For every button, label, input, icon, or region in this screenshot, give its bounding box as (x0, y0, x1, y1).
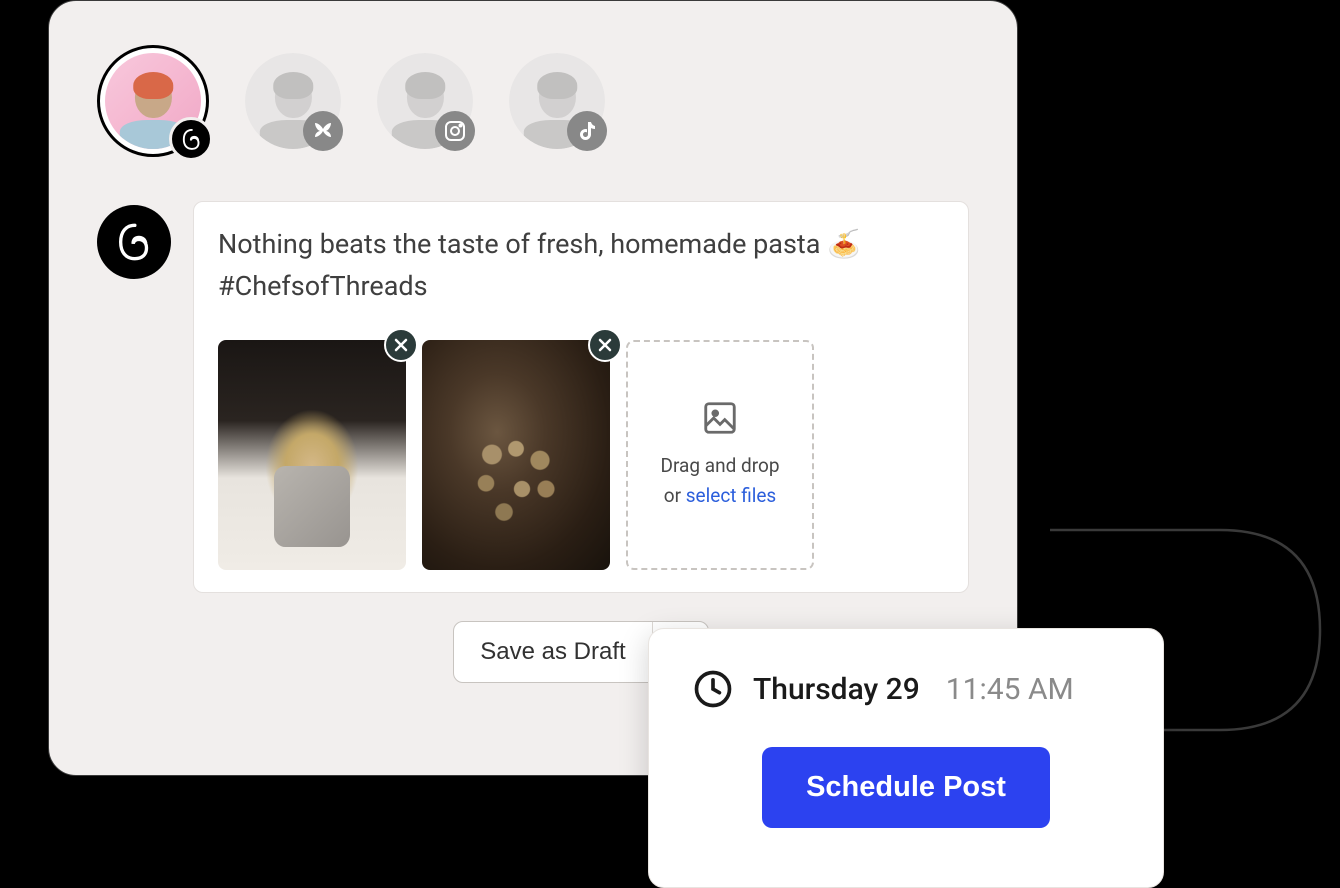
bluesky-icon (303, 111, 343, 151)
image-icon (701, 399, 739, 437)
schedule-date: Thursday 29 (753, 672, 920, 707)
remove-media-button[interactable] (588, 328, 622, 362)
media-dropzone[interactable]: Drag and drop or select files (626, 340, 814, 570)
threads-icon (97, 205, 171, 279)
post-text-input[interactable]: Nothing beats the taste of fresh, homema… (218, 224, 944, 308)
close-icon (393, 337, 409, 353)
compose-row: Nothing beats the taste of fresh, homema… (97, 201, 969, 593)
account-bluesky[interactable] (245, 53, 341, 149)
media-thumbnail-2[interactable] (422, 340, 610, 570)
schedule-datetime-row[interactable]: Thursday 29 11:45 AM (691, 667, 1121, 711)
account-instagram[interactable] (377, 53, 473, 149)
media-row: Drag and drop or select files (218, 340, 944, 570)
instagram-icon (435, 111, 475, 151)
media-thumbnail-1[interactable] (218, 340, 406, 570)
schedule-post-button[interactable]: Schedule Post (762, 747, 1050, 828)
schedule-popover: Thursday 29 11:45 AM Schedule Post (648, 628, 1164, 888)
close-icon (597, 337, 613, 353)
select-files-link[interactable]: select files (686, 484, 776, 507)
account-threads[interactable] (97, 45, 209, 157)
dropzone-text: Drag and drop or select files (661, 451, 780, 510)
save-draft-button[interactable]: Save as Draft (454, 622, 651, 682)
clock-icon (691, 667, 735, 711)
schedule-time: 11:45 AM (946, 672, 1074, 707)
compose-box: Nothing beats the taste of fresh, homema… (193, 201, 969, 593)
threads-icon (169, 117, 213, 161)
tiktok-icon (567, 111, 607, 151)
account-selector-row (97, 45, 969, 157)
remove-media-button[interactable] (384, 328, 418, 362)
account-tiktok[interactable] (509, 53, 605, 149)
